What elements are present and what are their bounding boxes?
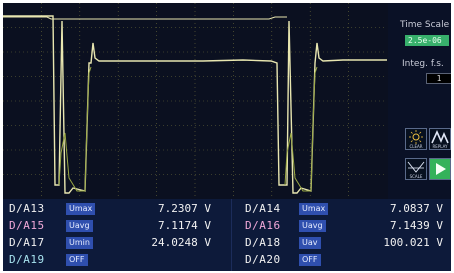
channel-label: D/A13: [9, 202, 45, 215]
time-scale-label: Time Scale: [400, 20, 450, 30]
channel-label: D/A20: [245, 253, 281, 266]
measurement-value: 7.1439 V: [390, 219, 443, 232]
readout-row: D/A13 Umax 7.2307 V D/A14 Umax 7.0837 V: [3, 201, 451, 217]
waveform-plot: [3, 3, 387, 199]
measure-type-badge[interactable]: Uavg: [66, 220, 93, 232]
side-panel: Time Scale 2.5e-06 Integ. f.s. 1 CLEAR R…: [388, 3, 451, 199]
waveform-display: [3, 3, 387, 199]
readout-row: D/A17 Umin 24.0248 V D/A18 Uav 100.021 V: [3, 235, 451, 251]
measure-type-badge[interactable]: OFF: [299, 254, 321, 266]
sun-icon: [409, 130, 423, 144]
measurement-value: 100.021 V: [383, 236, 443, 249]
channel-label: D/A18: [245, 236, 281, 249]
channel-label: D/A19: [9, 253, 45, 266]
measure-type-badge[interactable]: OFF: [66, 254, 88, 266]
zoom-icon: [407, 161, 425, 173]
integ-value-field[interactable]: 1: [426, 73, 451, 84]
replay-button[interactable]: REPLAY: [429, 128, 451, 150]
measurement-value: 24.0248 V: [151, 236, 211, 249]
measure-type-badge[interactable]: Umax: [299, 203, 329, 215]
measure-type-badge[interactable]: Umax: [66, 203, 96, 215]
channel-label: D/A14: [245, 202, 281, 215]
scale-button[interactable]: SCALE: [405, 158, 427, 180]
run-button[interactable]: [429, 158, 451, 180]
measure-type-badge[interactable]: Uavg: [299, 220, 326, 232]
time-scale-value[interactable]: 2.5e-06: [405, 35, 449, 46]
measure-type-badge[interactable]: Umin: [66, 237, 93, 249]
replay-button-label: REPLAY: [432, 144, 448, 149]
channel-label: D/A17: [9, 236, 45, 249]
play-icon: [436, 163, 446, 175]
clear-button[interactable]: CLEAR: [405, 128, 427, 150]
clear-button-label: CLEAR: [409, 144, 423, 149]
scale-button-label: SCALE: [409, 174, 423, 179]
measurement-value: 7.2307 V: [158, 202, 211, 215]
channel-label: D/A16: [245, 219, 281, 232]
measurement-readouts: D/A13 Umax 7.2307 V D/A14 Umax 7.0837 V …: [3, 199, 451, 271]
wave-icon: [431, 130, 449, 144]
integ-label: Integ. f.s.: [402, 59, 444, 69]
oscilloscope-screen: Time Scale 2.5e-06 Integ. f.s. 1 CLEAR R…: [3, 3, 451, 271]
channel-label: D/A15: [9, 219, 45, 232]
measurement-value: 7.1174 V: [158, 219, 211, 232]
readout-row: D/A15 Uavg 7.1174 V D/A16 Uavg 7.1439 V: [3, 218, 451, 234]
measure-type-badge[interactable]: Uav: [299, 237, 321, 249]
readout-row: D/A19 OFF D/A20 OFF: [3, 252, 451, 268]
measurement-value: 7.0837 V: [390, 202, 443, 215]
